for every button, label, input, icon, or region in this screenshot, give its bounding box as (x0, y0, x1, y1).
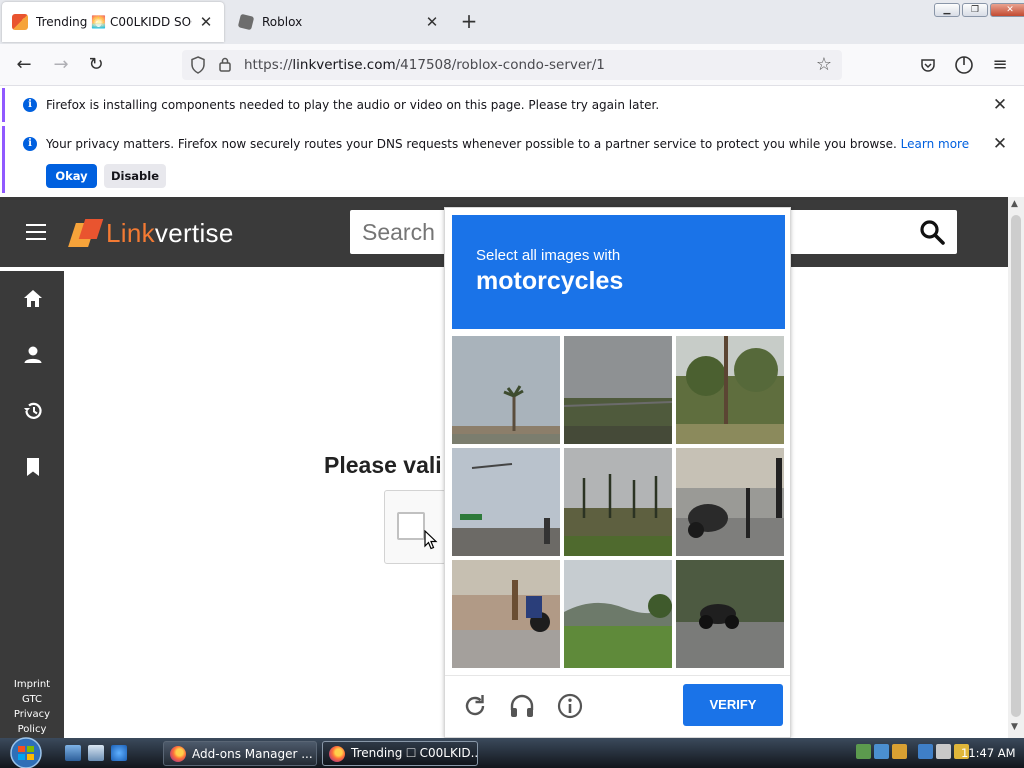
tracking-shield-icon[interactable] (189, 56, 207, 74)
captcha-image-tile[interactable] (452, 560, 560, 668)
close-notification-icon[interactable]: ✕ (992, 136, 1008, 153)
scroll-down-arrow-icon[interactable]: ▼ (1011, 722, 1018, 732)
gtc-link[interactable]: GTC (0, 692, 64, 707)
captcha-checkbox-widget[interactable] (384, 490, 446, 564)
close-tab-icon[interactable]: ✕ (424, 14, 440, 30)
mouse-cursor-icon (424, 530, 438, 550)
home-icon[interactable] (22, 288, 44, 310)
volume-muted-icon[interactable] (936, 744, 951, 759)
taskbar-clock[interactable]: 11:47 AM (961, 746, 1016, 760)
tab-title: Roblox (262, 15, 303, 29)
captcha-image-tile[interactable] (564, 336, 672, 444)
roblox-favicon-icon (237, 13, 255, 31)
page-scrollbar[interactable]: ▲ ▼ (1008, 197, 1024, 738)
captcha-image-tile[interactable] (452, 448, 560, 556)
captcha-image-tile[interactable] (452, 336, 560, 444)
disable-button[interactable]: Disable (104, 164, 166, 188)
system-tray (856, 744, 969, 759)
okay-button[interactable]: Okay (46, 164, 97, 188)
prompt-target: motorcycles (476, 267, 624, 295)
bookmark-icon[interactable] (22, 456, 44, 478)
captcha-image-tile[interactable] (676, 448, 784, 556)
app-menu-icon[interactable]: ≡ (989, 54, 1011, 76)
tray-app-icon[interactable] (874, 744, 889, 759)
verify-button[interactable]: VERIFY (683, 684, 783, 726)
linkvertise-mark-icon (68, 217, 104, 249)
info-icon: i (23, 137, 37, 151)
url-text[interactable]: https://linkvertise.com/417508/roblox-co… (244, 57, 605, 73)
notification-message: Your privacy matters. Firefox now secure… (46, 137, 970, 151)
address-bar[interactable]: https://linkvertise.com/417508/roblox-co… (182, 50, 842, 80)
tab-title: Trending 🌅 C00LKIDD SOCIETY (36, 15, 192, 29)
lock-icon[interactable] (216, 56, 234, 74)
captcha-image-tile[interactable] (564, 560, 672, 668)
close-notification-icon[interactable]: ✕ (992, 97, 1008, 114)
privacy-policy-link[interactable]: Privacy Policy (0, 707, 64, 737)
search-placeholder: Search (362, 219, 435, 245)
minimize-button[interactable]: ▁ (934, 3, 960, 17)
firefox-icon (170, 745, 186, 762)
refresh-icon[interactable] (461, 692, 489, 720)
firefox-icon (329, 745, 345, 762)
linkvertise-favicon-icon (12, 14, 28, 30)
user-icon[interactable] (22, 344, 44, 366)
monitor-tray-icon[interactable] (918, 744, 933, 759)
taskbar-addons-manager[interactable]: Add-ons Manager ... (163, 741, 317, 766)
captcha-checkbox[interactable] (397, 512, 425, 540)
maximize-button[interactable]: ❐ (962, 3, 988, 17)
bookmark-star-icon[interactable]: ☆ (815, 56, 833, 74)
account-icon[interactable] (953, 54, 975, 76)
hamburger-menu-icon[interactable] (26, 224, 46, 240)
prompt-instruction: Select all images with (476, 247, 621, 264)
pocket-icon[interactable] (917, 54, 939, 76)
page-heading: Please vali (324, 452, 442, 478)
captcha-image-tile[interactable] (676, 560, 784, 668)
network-tray-icon[interactable] (856, 744, 871, 759)
scrollbar-thumb[interactable] (1011, 215, 1021, 717)
captcha-challenge: Select all images with motorcycles VERIF… (444, 207, 791, 738)
info-icon: i (23, 98, 37, 112)
window-controls: ▁ ❐ ✕ (934, 3, 1024, 17)
tab-strip: Trending 🌅 C00LKIDD SOCIETY ✕ Roblox ✕ +… (0, 0, 1024, 44)
tab-trending[interactable]: Trending 🌅 C00LKIDD SOCIETY ✕ (2, 2, 224, 42)
imprint-link[interactable]: Imprint (0, 677, 64, 692)
tab-roblox[interactable]: Roblox ✕ (228, 2, 450, 42)
learn-more-link[interactable]: Learn more (901, 137, 969, 151)
dns-privacy-notification: i Your privacy matters. Firefox now secu… (2, 126, 1022, 193)
sidebar-footer-links: Imprint GTC Privacy Policy (0, 677, 64, 737)
start-button[interactable] (6, 737, 46, 768)
media-components-notification: i Firefox is installing components neede… (2, 88, 1022, 122)
info-icon[interactable] (556, 692, 584, 720)
new-tab-button[interactable]: + (459, 11, 479, 32)
tray-app-icon[interactable] (892, 744, 907, 759)
captcha-image-tile[interactable] (564, 448, 672, 556)
forward-button[interactable]: → (50, 54, 72, 76)
history-icon[interactable] (22, 400, 44, 422)
linkvertise-logo[interactable]: Linkvertise (68, 216, 234, 250)
audio-headphones-icon[interactable] (508, 692, 536, 720)
captcha-prompt: Select all images with motorcycles (452, 215, 785, 329)
captcha-image-tile[interactable] (676, 336, 784, 444)
search-icon[interactable] (919, 219, 945, 245)
switch-windows-icon[interactable] (88, 745, 104, 761)
captcha-footer-divider (445, 675, 790, 676)
taskbar-trending-window[interactable]: Trending 🞎 C00LKID... (322, 741, 478, 766)
scroll-up-arrow-icon[interactable]: ▲ (1011, 199, 1018, 209)
navigation-toolbar: ← → ↻ https://linkvertise.com/417508/rob… (0, 44, 1024, 86)
show-desktop-icon[interactable] (65, 745, 81, 761)
reload-button[interactable]: ↻ (85, 54, 107, 76)
close-tab-icon[interactable]: ✕ (198, 14, 214, 30)
internet-explorer-icon[interactable] (111, 745, 127, 761)
site-sidebar: Imprint GTC Privacy Policy (0, 271, 64, 738)
notification-message: Firefox is installing components needed … (46, 98, 660, 112)
back-button[interactable]: ← (13, 54, 35, 76)
window-close-button[interactable]: ✕ (990, 3, 1024, 17)
